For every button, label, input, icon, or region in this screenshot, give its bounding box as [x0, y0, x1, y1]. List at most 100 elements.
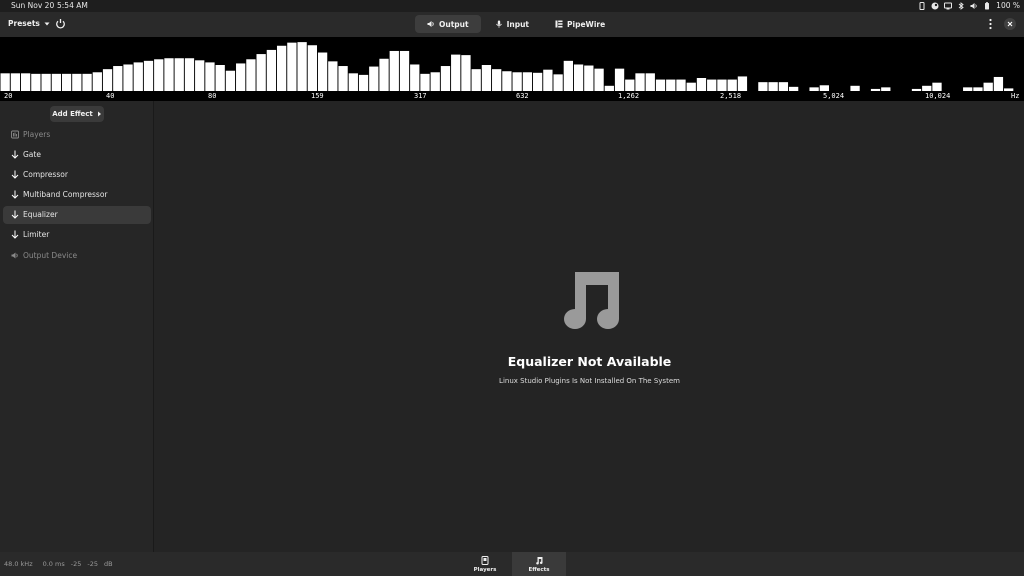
spectrum-bar: [317, 52, 328, 91]
spectrum-bar: [543, 69, 553, 91]
spectrum-bar: [399, 50, 410, 91]
sidebar-item-limiter[interactable]: Limiter: [3, 226, 151, 244]
spectrum-bar: [236, 63, 246, 91]
bottom-bar: 48.0 kHz 0.0 ms -25 -25 dB Players Effec…: [0, 552, 1024, 576]
view-switch-effects-label: Effects: [528, 566, 550, 573]
spectrum-bar: [676, 79, 686, 91]
system-date[interactable]: Sun Nov 20: [11, 1, 54, 10]
add-effect-label: Add Effect: [52, 110, 93, 118]
arrow-down-icon: [11, 210, 19, 219]
spectrum-bar: [143, 60, 154, 91]
bypass-power-icon[interactable]: [55, 18, 66, 29]
presets-label: Presets: [8, 19, 40, 28]
spectrum-bar: [266, 49, 277, 91]
spectrum-bar: [256, 54, 266, 91]
freq-label-20: 20: [4, 92, 13, 100]
spectrum-bar: [41, 73, 51, 91]
status-readout: 48.0 kHz 0.0 ms -25 -25 dB: [4, 560, 113, 568]
spectrum-bar: [573, 64, 584, 91]
arrow-down-icon: [11, 150, 19, 159]
spectrum-bar: [379, 58, 389, 91]
tab-output[interactable]: Output: [415, 15, 481, 33]
spectrum-bar: [92, 72, 102, 91]
tab-pipewire[interactable]: PipeWire: [543, 15, 617, 33]
sidebar-item-gate[interactable]: Gate: [3, 145, 151, 163]
presets-menu-button[interactable]: Presets: [8, 19, 50, 28]
battery-percentage: 100 %: [996, 1, 1020, 10]
freq-label-159: 159: [311, 92, 324, 100]
spectrum-bar: [717, 79, 727, 91]
system-tray[interactable]: 100 %: [918, 1, 1020, 10]
spectrum-bar: [768, 82, 778, 91]
spectrum-bar: [983, 82, 993, 91]
spectrum-bar: [20, 73, 31, 91]
add-effect-button[interactable]: Add Effect: [50, 106, 104, 122]
freq-label-80: 80: [208, 92, 217, 100]
effects-list: Players Gate Compressor Multiband Compre…: [3, 125, 151, 266]
spectrum-bar: [492, 69, 502, 91]
spectrum-bar: [184, 58, 195, 91]
speaker-icon: [427, 21, 434, 27]
display-icon[interactable]: [944, 2, 953, 10]
effects-sidebar: Add Effect Players Gate Compressor Multi…: [0, 101, 154, 552]
sidebar-item-players: Players: [3, 125, 151, 143]
spectrum-bar: [645, 73, 655, 91]
system-time[interactable]: 5:54 AM: [57, 1, 88, 10]
spectrum-bar: [819, 85, 829, 91]
freq-unit-label: Hz: [1011, 92, 1020, 100]
spectrum-bar: [481, 65, 492, 91]
view-switch-effects[interactable]: Effects: [512, 552, 566, 576]
music-note-icon: [536, 556, 543, 564]
effect-panel: Equalizer Not Available Linux Studio Plu…: [155, 101, 1024, 552]
spectrum-bar: [358, 74, 369, 91]
spectrum-bar: [113, 66, 123, 91]
spectrum-bar: [338, 66, 348, 91]
spectrum-bar: [123, 64, 133, 91]
freq-label-2518: 2,518: [720, 92, 742, 100]
spectrum-bar: [584, 65, 594, 91]
spectrum-bar: [737, 76, 748, 91]
sidebar-item-label: Gate: [23, 149, 41, 159]
chevron-down-icon: [44, 22, 50, 25]
sidebar-item-multiband-compressor[interactable]: Multiband Compressor: [3, 186, 151, 204]
tab-input[interactable]: Input: [483, 15, 541, 33]
freq-label-317: 317: [414, 92, 427, 100]
close-button[interactable]: [1004, 18, 1016, 30]
spectrum-bar: [727, 79, 737, 91]
spectrum-bar: [133, 62, 143, 91]
spectrum-bar: [686, 82, 696, 91]
spectrum-bar: [420, 73, 430, 91]
view-switch-players[interactable]: Players: [458, 552, 512, 576]
steam-icon[interactable]: [931, 2, 939, 10]
spectrum-bar: [604, 85, 614, 91]
spectrum-bar: [881, 87, 891, 91]
spectrum-bar: [369, 66, 379, 91]
latency: 0.0 ms: [42, 560, 65, 568]
view-tabs: Output Input PipeWire: [415, 15, 617, 33]
spectrum-bar: [82, 73, 92, 91]
phone-icon[interactable]: [918, 1, 926, 10]
spectrum-bar: [307, 45, 317, 91]
spectrum-bar: [635, 73, 645, 91]
sample-rate: 48.0 kHz: [4, 560, 33, 568]
spectrum-bar: [963, 87, 973, 91]
arrow-down-icon: [11, 230, 19, 240]
volume-icon[interactable]: [970, 2, 978, 10]
chevron-right-icon: [97, 111, 101, 117]
spectrum-bar: [31, 73, 41, 91]
bluetooth-icon[interactable]: [957, 1, 965, 10]
sidebar-item-equalizer[interactable]: Equalizer: [3, 205, 151, 224]
spectrum-bar: [297, 42, 307, 91]
close-icon: [1007, 21, 1013, 27]
microphone-icon: [495, 20, 502, 28]
left-level: -25: [70, 560, 82, 568]
spectrum-bar: [174, 58, 184, 91]
battery-icon[interactable]: [983, 1, 991, 10]
more-menu-icon[interactable]: [985, 18, 996, 30]
spectrum-bar: [461, 55, 471, 91]
header-bar: Presets Output Input PipeWire: [0, 12, 1024, 37]
spectrum-bar: [287, 42, 297, 91]
spectrum-analyzer: 20 40 80 159 317 632 1,262 2,518 5,024 1…: [0, 37, 1024, 101]
sidebar-item-compressor[interactable]: Compressor: [3, 165, 151, 183]
level-unit: dB: [103, 560, 113, 568]
